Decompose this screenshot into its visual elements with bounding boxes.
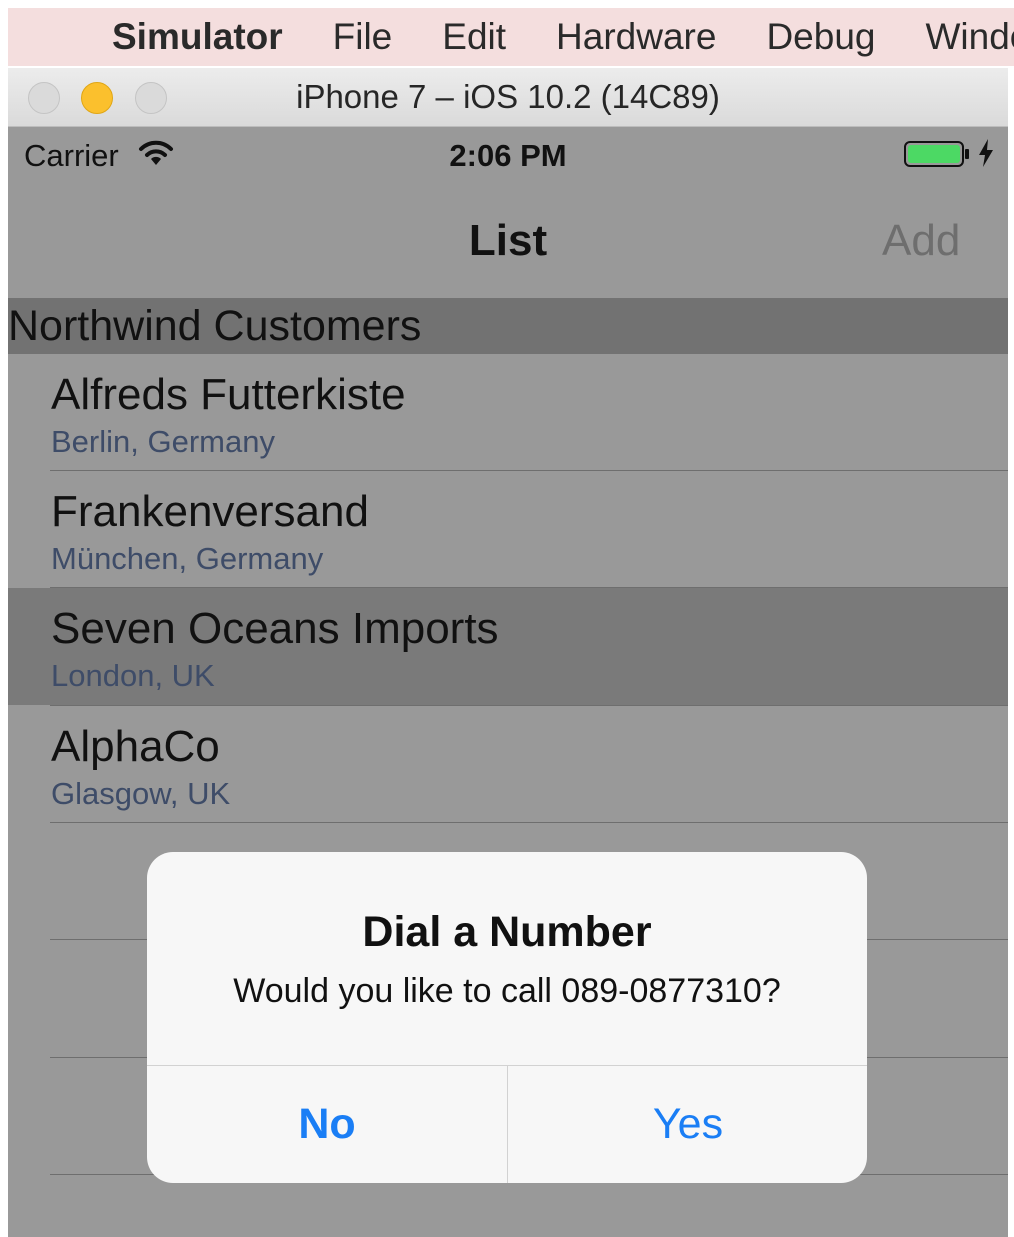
- list-item-selected[interactable]: Seven Oceans Imports London, UK: [8, 588, 1008, 705]
- navigation-bar: List Add: [8, 184, 1008, 298]
- section-header: Northwind Customers: [8, 298, 1008, 354]
- list-item[interactable]: Alfreds Futterkiste Berlin, Germany: [8, 354, 1008, 471]
- yes-button[interactable]: Yes: [508, 1066, 867, 1183]
- window-title-bar[interactable]: iPhone 7 – iOS 10.2 (14C89): [8, 68, 1008, 127]
- menu-hardware[interactable]: Hardware: [556, 16, 716, 58]
- charging-bolt-icon: [979, 139, 993, 167]
- battery-icon: [904, 141, 969, 167]
- dial-number-alert: Dial a Number Would you like to call 089…: [147, 852, 867, 1183]
- customer-name: AlphaCo: [51, 722, 220, 771]
- window-title: iPhone 7 – iOS 10.2 (14C89): [296, 78, 720, 115]
- customer-name: Seven Oceans Imports: [51, 604, 499, 653]
- list-item[interactable]: Frankenversand München, Germany: [8, 471, 1008, 588]
- mac-menu-bar: Simulator File Edit Hardware Debug Windo…: [8, 8, 1014, 66]
- customer-location: Berlin, Germany: [51, 424, 275, 459]
- customer-name: Frankenversand: [51, 487, 369, 536]
- menu-debug[interactable]: Debug: [766, 16, 875, 58]
- row-separator: [50, 822, 1008, 823]
- status-time: 2:06 PM: [449, 138, 567, 173]
- alert-title: Dial a Number: [362, 908, 652, 956]
- list-item[interactable]: AlphaCo Glasgow, UK: [8, 706, 1008, 823]
- customer-location: London, UK: [51, 658, 215, 693]
- customer-location: Glasgow, UK: [51, 776, 231, 811]
- no-button[interactable]: No: [147, 1066, 507, 1183]
- customer-name: Alfreds Futterkiste: [51, 370, 406, 419]
- menu-window[interactable]: Window: [925, 16, 1014, 58]
- nav-title: List: [468, 216, 548, 265]
- ios-status-bar: Carrier 2:06 PM: [8, 126, 1008, 184]
- menu-file[interactable]: File: [333, 16, 393, 58]
- section-header-label: Northwind Customers: [8, 302, 422, 350]
- menu-app-name[interactable]: Simulator: [112, 16, 283, 58]
- customer-location: München, Germany: [51, 541, 324, 576]
- menu-edit[interactable]: Edit: [442, 16, 506, 58]
- add-button[interactable]: Add: [882, 216, 960, 266]
- alert-message: Would you like to call 089-0877310?: [233, 972, 781, 1010]
